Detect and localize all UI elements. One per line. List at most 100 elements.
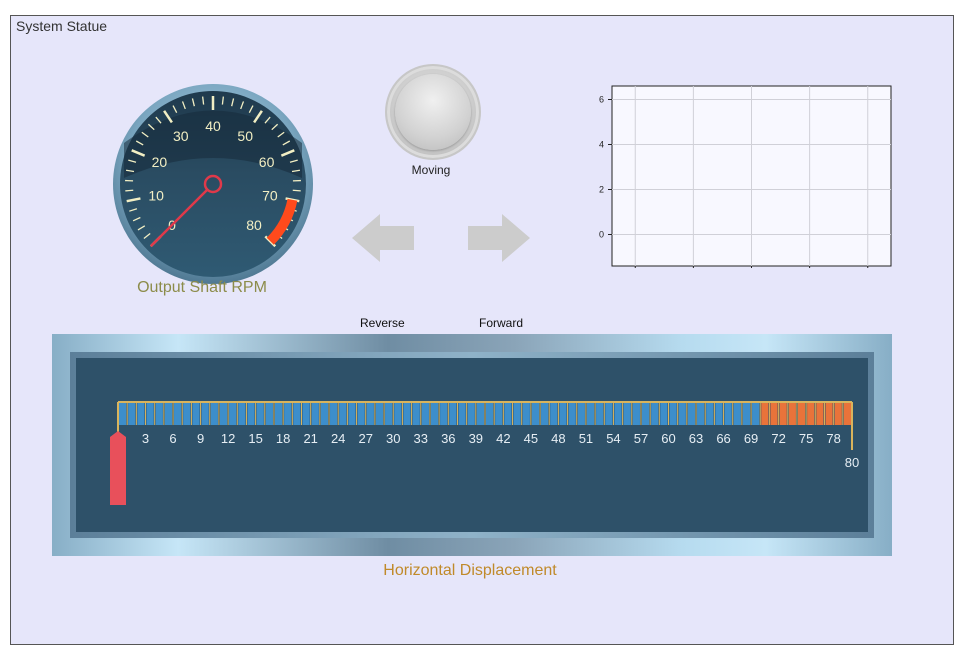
displacement-bar — [128, 402, 136, 425]
displacement-bar — [119, 402, 127, 425]
displacement-bar — [761, 402, 769, 425]
displacement-end-tick-label: 80 — [845, 455, 859, 470]
displacement-tick-label: 36 — [441, 431, 455, 446]
displacement-bar — [348, 402, 356, 425]
displacement-bar — [247, 402, 255, 425]
displacement-bar — [476, 402, 484, 425]
displacement-bar — [797, 402, 806, 425]
displacement-tick-label: 21 — [303, 431, 317, 446]
displacement-bar — [238, 402, 246, 425]
displacement-bar — [577, 402, 585, 425]
displacement-bar — [293, 402, 301, 425]
reverse-label: Reverse — [360, 316, 405, 330]
moving-indicator-lamp — [385, 64, 481, 160]
displacement-bar — [274, 402, 283, 425]
displacement-tick-label: 6 — [169, 431, 176, 446]
displacement-tick-label: 18 — [276, 431, 290, 446]
gauge-tick-label: 20 — [152, 154, 168, 170]
displacement-bar — [788, 402, 796, 425]
displacement-bar — [541, 402, 549, 425]
displacement-bar — [605, 402, 613, 425]
displacement-bar — [385, 402, 393, 425]
displacement-tick-label: 15 — [248, 431, 262, 446]
displacement-bar — [421, 402, 429, 425]
displacement-bar — [449, 402, 457, 425]
displacement-bar — [522, 402, 530, 425]
gauge-tick — [292, 189, 301, 192]
displacement-bar — [816, 402, 824, 425]
displacement-bar — [632, 402, 640, 425]
displacement-bar — [834, 402, 842, 425]
displacement-tick-label: 54 — [606, 431, 620, 446]
displacement-tick-label: 9 — [197, 431, 204, 446]
displacement-tick-label: 24 — [331, 431, 345, 446]
displacement-bar — [137, 402, 145, 425]
displacement-bar — [311, 402, 319, 425]
gauge-tick-label: 40 — [205, 118, 221, 134]
displacement-bar — [687, 402, 696, 425]
displacement-tick-label: 33 — [414, 431, 428, 446]
displacement-bar — [697, 402, 705, 425]
displacement-bar — [284, 402, 292, 425]
displacement-bar — [596, 402, 604, 425]
displacement-bar — [513, 402, 521, 425]
displacement-bar — [669, 402, 677, 425]
displacement-tick-label: 66 — [716, 431, 730, 446]
displacement-bar — [357, 402, 365, 425]
displacement-bar — [586, 402, 595, 425]
displacement-bar — [174, 402, 182, 425]
displacement-tick-label: 30 — [386, 431, 400, 446]
moving-indicator-label: Moving — [411, 163, 451, 177]
gauge-tick-label: 80 — [246, 217, 262, 233]
displacement-bar — [550, 402, 558, 425]
displacement-tick-label: 12 — [221, 431, 235, 446]
displacement-bar — [531, 402, 540, 425]
displacement-tick-label: 69 — [744, 431, 758, 446]
displacement-bar — [183, 402, 191, 425]
displacement-bar — [559, 402, 567, 425]
displacement-bar — [715, 402, 723, 425]
displacement-bar — [706, 402, 714, 425]
displacement-bar — [403, 402, 411, 425]
displacement-tick-label: 60 — [661, 431, 675, 446]
chart-y-tick-label: 0 — [599, 230, 604, 240]
displacement-bar — [504, 402, 512, 425]
displacement-bar — [330, 402, 338, 425]
displacement-bar — [192, 402, 200, 425]
displacement-bar — [155, 402, 163, 425]
forward-arrow-icon[interactable] — [466, 212, 530, 264]
displacement-scale: 3 6 9 12 15 18 21 24 27 30 33 36 39 42 45 48 51 54 57 60 63 6… — [110, 401, 859, 505]
displacement-tick-label: 72 — [771, 431, 785, 446]
displacement-bar — [164, 402, 173, 425]
displacement-bar — [265, 402, 273, 425]
displacement-bar — [752, 402, 760, 425]
displacement-tick-label: 45 — [524, 431, 538, 446]
displacement-tick-label: 27 — [358, 431, 372, 446]
displacement-tick-label: 48 — [551, 431, 565, 446]
displacement-bar — [412, 402, 420, 425]
displacement-bar — [458, 402, 466, 425]
displacement-tick-label: 51 — [579, 431, 593, 446]
displacement-bar — [779, 402, 787, 425]
displacement-bar — [302, 402, 310, 425]
displacement-bar — [339, 402, 347, 425]
forward-label: Forward — [479, 316, 524, 330]
panel-title: System Statue — [16, 18, 108, 34]
displacement-tick-label: 75 — [799, 431, 813, 446]
displacement-pointer — [110, 431, 126, 505]
displacement-bar — [467, 402, 475, 425]
gauge-tick-label: 60 — [259, 154, 275, 170]
displacement-bar — [678, 402, 686, 425]
displacement-bar — [201, 402, 209, 425]
displacement-bar — [825, 402, 833, 425]
displacement-bar — [660, 402, 668, 425]
rpm-gauge: 01020304050607080 — [113, 84, 313, 284]
displacement-tick-label: 57 — [634, 431, 648, 446]
displacement-bar — [641, 402, 650, 425]
reverse-arrow-icon[interactable] — [352, 212, 416, 264]
displacement-bar — [219, 402, 228, 425]
displacement-tick-label: 3 — [142, 431, 149, 446]
chart-y-tick-label: 4 — [599, 140, 604, 150]
gauge-tick-label: 70 — [262, 187, 278, 203]
displacement-bar — [366, 402, 374, 425]
